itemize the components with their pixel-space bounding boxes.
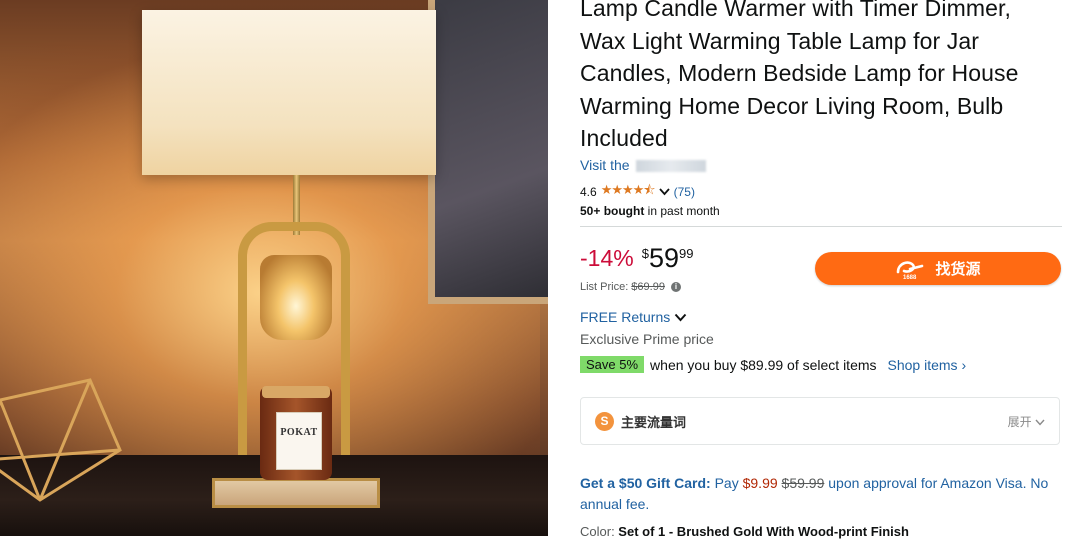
discount-percent: -14% bbox=[580, 245, 634, 271]
rating-value: 4.6 bbox=[580, 185, 597, 199]
price-whole: 59 bbox=[648, 243, 679, 273]
gift-pay-label: Pay bbox=[710, 475, 743, 491]
list-price: List Price: $69.99 i bbox=[580, 281, 681, 293]
price-fraction: 99 bbox=[678, 246, 694, 261]
rating-count-link[interactable]: (75) bbox=[674, 185, 695, 199]
traffic-keywords-panel[interactable]: S 主要流量词 展开 bbox=[580, 397, 1060, 445]
list-price-label: List Price: bbox=[580, 281, 629, 293]
save-promo-text: when you buy $89.99 of select items bbox=[650, 356, 877, 373]
1688-logo-icon: 1688 bbox=[897, 260, 924, 280]
shop-items-link[interactable]: Shop items › bbox=[888, 357, 967, 373]
product-image[interactable]: POKAT bbox=[0, 0, 548, 536]
gift-new-price: $9.99 bbox=[742, 475, 778, 491]
visit-store-link[interactable]: Visit the bbox=[580, 157, 706, 173]
list-price-value: $69.99 bbox=[631, 281, 665, 293]
bought-suffix: in past month bbox=[644, 204, 720, 218]
free-returns-link[interactable]: FREE Returns bbox=[580, 309, 687, 325]
expand-label: 展开 bbox=[1007, 414, 1032, 429]
visit-store-label: Visit the bbox=[580, 157, 630, 173]
exclusive-prime-price: Exclusive Prime price bbox=[580, 331, 714, 347]
color-value: Set of 1 - Brushed Gold With Wood-print … bbox=[618, 524, 909, 539]
star-rating-icon[interactable]: ★★★★⯪ bbox=[601, 181, 656, 203]
chevron-down-icon[interactable] bbox=[658, 188, 670, 196]
bought-count: 50+ bought bbox=[580, 204, 645, 218]
traffic-keywords-label: 主要流量词 bbox=[621, 414, 687, 430]
candle-label: POKAT bbox=[276, 412, 322, 470]
geometric-decor bbox=[0, 378, 122, 502]
price-currency: $ bbox=[641, 246, 649, 261]
free-returns-label: FREE Returns bbox=[580, 309, 671, 325]
lamp-shade bbox=[142, 10, 436, 175]
color-label: Color: bbox=[580, 524, 619, 539]
find-source-button[interactable]: 1688 找货源 bbox=[815, 252, 1061, 285]
candle-jar-rim bbox=[262, 386, 330, 398]
keyword-logo-icon: S bbox=[595, 411, 614, 431]
gift-card-offer[interactable]: Get a $50 Gift Card: Pay $9.99 $59.99 up… bbox=[580, 473, 1055, 515]
rating-row: 4.6 ★★★★⯪ (75) bbox=[580, 181, 695, 203]
find-source-label: 找货源 bbox=[935, 261, 981, 278]
save-badge: Save 5% bbox=[580, 356, 645, 373]
bought-in-past-month: 50+ bought in past month bbox=[580, 204, 720, 218]
price-block: -14% $ 59 99 bbox=[580, 242, 693, 274]
lamp-bulb-glass bbox=[260, 255, 332, 340]
chevron-down-icon bbox=[1035, 419, 1045, 426]
lamp-base bbox=[212, 478, 380, 508]
1688-logo-text: 1688 bbox=[903, 275, 917, 280]
gift-old-price: $59.99 bbox=[781, 475, 825, 491]
gift-card-headline: Get a $50 Gift Card: bbox=[580, 475, 711, 491]
chevron-down-icon bbox=[675, 313, 687, 321]
color-variant-row: Color: Set of 1 - Brushed Gold With Wood… bbox=[580, 524, 909, 539]
product-title: Lamp Candle Warmer with Timer Dimmer, Wa… bbox=[580, 0, 1019, 151]
info-icon[interactable]: i bbox=[670, 282, 681, 292]
save-promo-row: Save 5% when you buy $89.99 of select it… bbox=[580, 356, 966, 373]
store-name-redacted bbox=[635, 160, 706, 173]
expand-toggle[interactable]: 展开 bbox=[1008, 413, 1045, 430]
divider bbox=[580, 226, 1062, 227]
wall-picture-frame bbox=[428, 0, 548, 304]
